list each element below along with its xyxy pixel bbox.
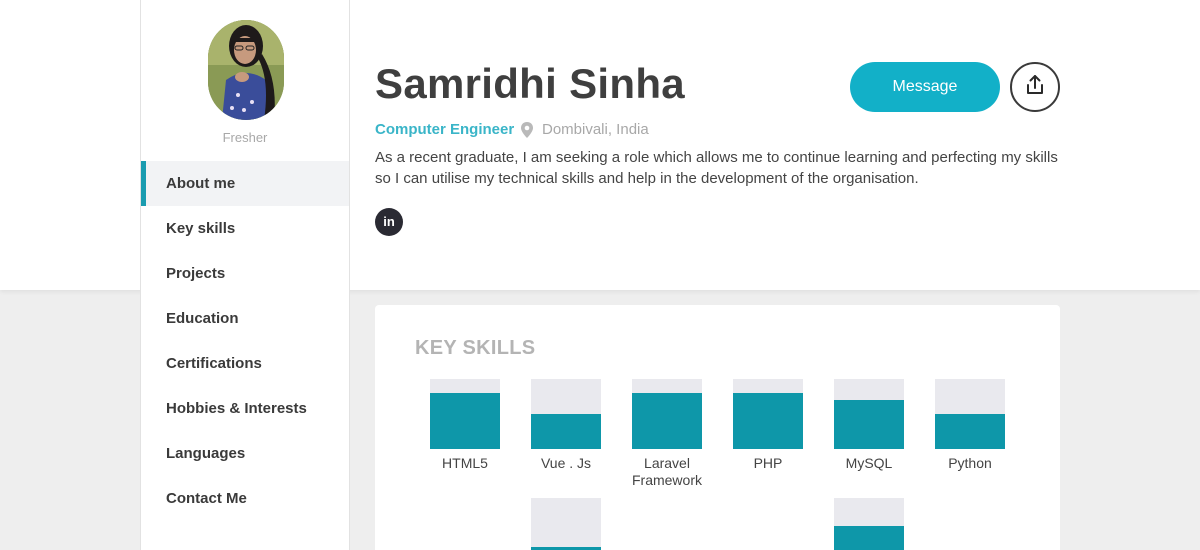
nav-item-education[interactable]: Education: [141, 296, 349, 341]
about-text: As a recent graduate, I am seeking a rol…: [375, 149, 1058, 187]
nav-item-about-me[interactable]: About me: [141, 161, 349, 206]
skill-label: Python: [948, 455, 992, 471]
skill-level-bar: [632, 379, 702, 449]
skill-level-fill: [632, 393, 702, 449]
message-button[interactable]: Message: [850, 62, 1000, 112]
nav-item-languages[interactable]: Languages: [141, 431, 349, 476]
skill-level-fill: [935, 414, 1005, 449]
profile-name: Samridhi Sinha: [375, 60, 685, 107]
skill-item: PHP: [723, 379, 813, 472]
linkedin-icon[interactable]: in: [375, 208, 403, 236]
section-nav: About me Key skills Projects Education C…: [141, 161, 349, 521]
skill-label: Vue . Js: [540, 455, 592, 471]
avatar: [208, 20, 284, 120]
skill-level-bar: [834, 498, 904, 550]
skill-item: Laravel Framework: [622, 379, 712, 489]
nav-item-projects[interactable]: Projects: [141, 251, 349, 296]
skill-label: MySQL: [845, 455, 893, 471]
skill-item: Python: [925, 379, 1015, 472]
nav-item-hobbies-interests[interactable]: Hobbies & Interests: [141, 386, 349, 431]
skill-label: PHP: [753, 455, 783, 471]
key-skills-card: KEY SKILLS HTML5 Vue . Js Laravel Framewor…: [375, 305, 1060, 550]
skill-level-bar: [935, 379, 1005, 449]
experience-level: Fresher: [222, 130, 268, 145]
key-skills-title: KEY SKILLS: [415, 337, 536, 359]
share-icon: [1024, 74, 1046, 101]
profile-location: Dombivali, India: [520, 121, 649, 138]
nav-item-contact-me[interactable]: Contact Me: [141, 476, 349, 521]
pin-icon: [520, 121, 534, 138]
skill-level-fill: [834, 526, 904, 550]
share-button[interactable]: [1010, 62, 1060, 112]
skill-level-fill: [531, 414, 601, 449]
skill-level-bar: [834, 379, 904, 449]
skill-level-bar: [531, 498, 601, 550]
skill-item: MySQL: [824, 379, 914, 472]
skill-level-bar: [430, 379, 500, 449]
skill-label: Laravel Framework: [631, 455, 702, 488]
nav-item-certifications[interactable]: Certifications: [141, 341, 349, 386]
skill-item: [824, 498, 914, 550]
skill-item: HTML5: [420, 379, 510, 472]
skill-level-bar: [531, 379, 601, 449]
nav-item-key-skills[interactable]: Key skills: [141, 206, 349, 251]
location-text: Dombivali, India: [542, 121, 649, 138]
sidebar: Fresher About me Key skills Projects Edu…: [140, 0, 350, 550]
skill-level-fill: [834, 400, 904, 449]
skill-item: [521, 498, 611, 550]
skill-level-fill: [733, 393, 803, 449]
skill-level-fill: [430, 393, 500, 449]
profile-role: Computer Engineer: [375, 121, 515, 138]
skill-label: HTML5: [442, 455, 488, 471]
skill-item: Vue . Js: [521, 379, 611, 472]
skill-level-bar: [733, 379, 803, 449]
